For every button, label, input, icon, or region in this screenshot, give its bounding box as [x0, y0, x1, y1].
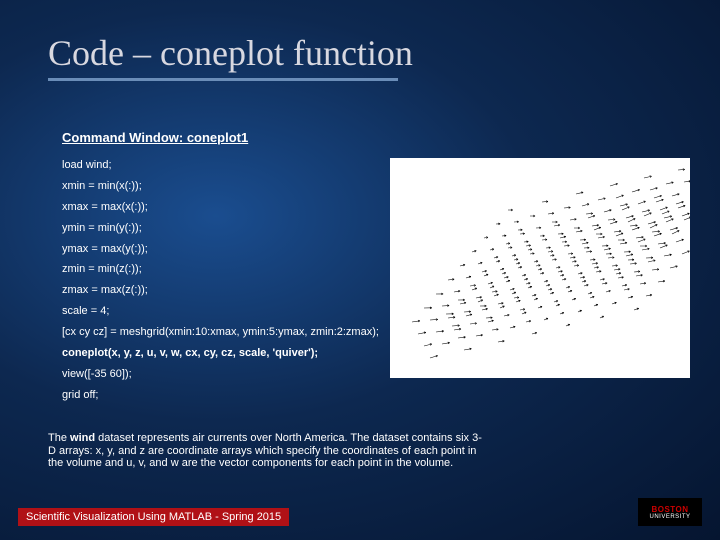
- quiver-plot: [390, 158, 690, 378]
- logo-bottom-text: UNIVERSITY: [649, 514, 690, 520]
- page-title: Code – coneplot function: [48, 32, 413, 74]
- title-underline: [48, 78, 398, 81]
- code-line: grid off;: [62, 385, 379, 406]
- logo-top-text: BOSTON: [651, 505, 688, 514]
- code-line: xmin = min(x(:));: [62, 176, 379, 197]
- university-logo: BOSTON UNIVERSITY: [638, 498, 702, 526]
- desc-bold-word: wind: [70, 432, 95, 444]
- code-line: view([-35 60]);: [62, 364, 379, 385]
- subtitle: Command Window: coneplot1: [62, 130, 248, 145]
- footer-label: Scientific Visualization Using MATLAB - …: [18, 508, 289, 526]
- code-line: coneplot(x, y, z, u, v, w, cx, cy, cz, s…: [62, 343, 379, 364]
- code-line: zmin = min(z(:));: [62, 259, 379, 280]
- code-block: load wind;xmin = min(x(:));xmax = max(x(…: [62, 155, 379, 406]
- code-line: xmax = max(x(:));: [62, 197, 379, 218]
- description-text: The wind dataset represents air currents…: [48, 432, 488, 470]
- code-line: load wind;: [62, 155, 379, 176]
- code-line: scale = 4;: [62, 301, 379, 322]
- code-line: ymin = min(y(:));: [62, 218, 379, 239]
- code-line: zmax = max(z(:));: [62, 280, 379, 301]
- code-line: ymax = max(y(:));: [62, 239, 379, 260]
- code-line: [cx cy cz] = meshgrid(xmin:10:xmax, ymin…: [62, 322, 379, 343]
- desc-rest: dataset represents air currents over Nor…: [48, 432, 482, 469]
- desc-prefix: The: [48, 432, 70, 444]
